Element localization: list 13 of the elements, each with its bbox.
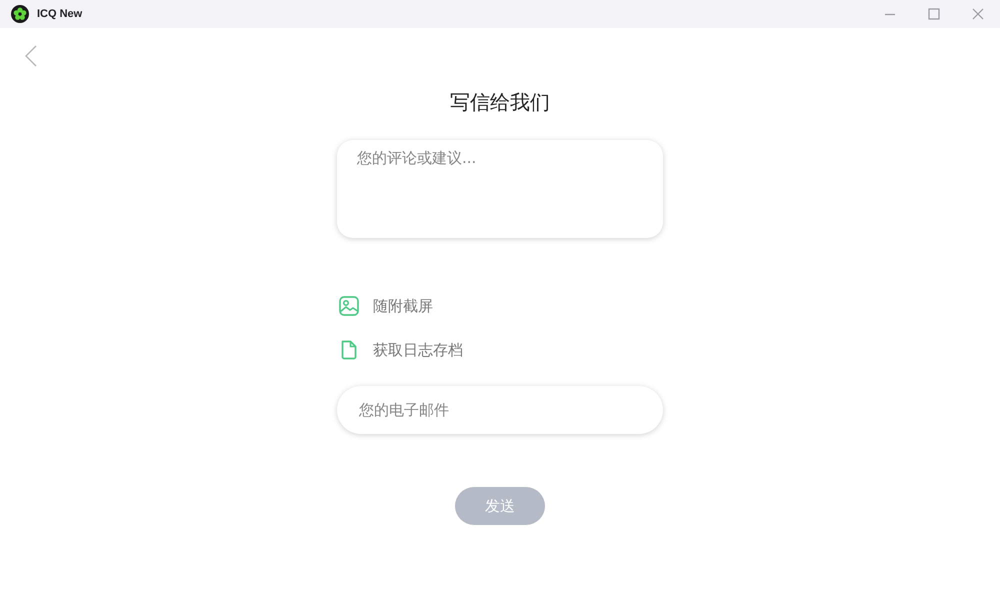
feedback-field[interactable]: 您的评论或建议... (337, 140, 663, 238)
window-title: ICQ New (37, 8, 82, 20)
page-title: 写信给我们 (450, 89, 550, 115)
email-field[interactable]: 您的电子邮件 (337, 386, 663, 434)
maximize-icon (928, 8, 940, 20)
close-icon (972, 8, 984, 20)
flower-logo-icon (11, 5, 29, 23)
document-icon (339, 340, 359, 360)
chevron-left-icon (25, 45, 37, 67)
back-button[interactable] (25, 45, 37, 67)
option-button[interactable]: 随附截屏 (337, 291, 433, 321)
option-button[interactable]: 获取日志存档 (337, 335, 463, 365)
image-icon (339, 296, 359, 316)
